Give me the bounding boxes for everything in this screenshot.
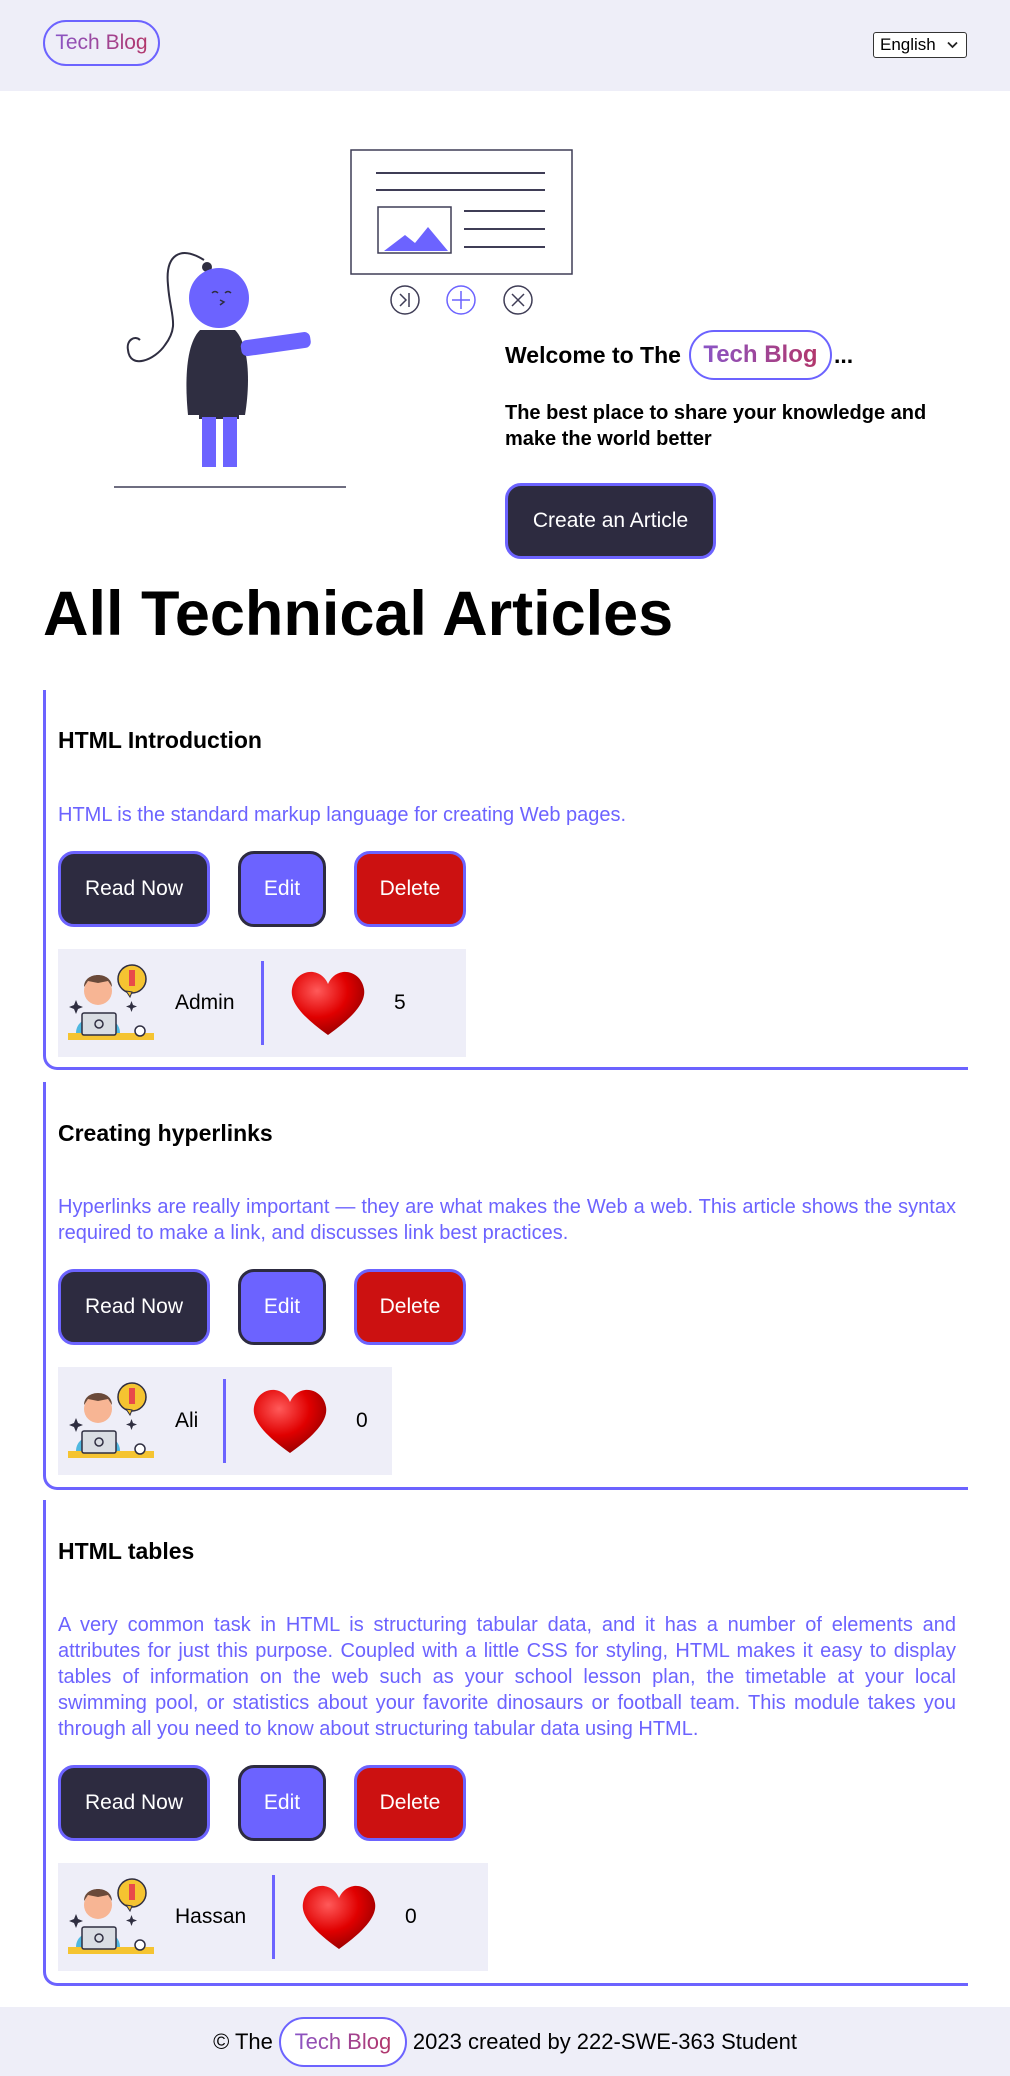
- articles-section-title: All Technical Articles: [43, 579, 674, 649]
- top-navbar: Tech Blog English: [0, 0, 1010, 91]
- article-meta: Ali 0: [58, 1367, 392, 1475]
- article-title: Creating hyperlinks: [58, 1120, 273, 1146]
- read-now-button[interactable]: Read Now: [58, 1269, 210, 1345]
- site-logo[interactable]: Tech Blog: [43, 20, 160, 66]
- language-select[interactable]: English: [873, 32, 967, 58]
- article-author: Ali: [175, 1409, 199, 1432]
- article-title: HTML Introduction: [58, 727, 262, 753]
- article-meta: Admin 5: [58, 949, 466, 1057]
- developer-avatar-icon: [68, 964, 154, 1040]
- delete-button[interactable]: Delete: [354, 1269, 466, 1345]
- chevron-down-icon: [947, 41, 958, 49]
- article-card: Creating hyperlinks Hyperlinks are reall…: [43, 1082, 968, 1490]
- hero-tagline: The best place to share your knowledge a…: [505, 402, 927, 450]
- meta-divider: [223, 1379, 226, 1463]
- footer-prefix: © The: [213, 2028, 273, 2054]
- article-title: HTML tables: [58, 1538, 195, 1564]
- article-author: Admin: [175, 991, 235, 1014]
- welcome-prefix: Welcome to The: [505, 341, 681, 368]
- like-count: 0: [405, 1905, 417, 1928]
- edit-button[interactable]: Edit: [238, 1765, 326, 1841]
- delete-button[interactable]: Delete: [354, 1765, 466, 1841]
- article-author: Hassan: [175, 1905, 247, 1928]
- site-logo-text: Tech Blog: [55, 31, 148, 54]
- edit-button[interactable]: Edit: [238, 1269, 326, 1345]
- article-meta: Hassan 0: [58, 1863, 488, 1971]
- article-description: HTML is the standard markup language for…: [58, 804, 627, 826]
- like-count: 0: [356, 1409, 368, 1432]
- meta-divider: [261, 961, 264, 1045]
- footer-suffix: 2023 created by 222-SWE-363 Student: [412, 2028, 797, 2054]
- page-footer: © The Tech Blog 2023 created by 222-SWE-…: [0, 2007, 1010, 2076]
- welcome-suffix: ...: [833, 341, 854, 368]
- create-article-button[interactable]: Create an Article: [505, 483, 716, 559]
- welcome-brand-badge: Tech Blog: [688, 330, 832, 380]
- developer-avatar-icon: [68, 1382, 154, 1458]
- developer-avatar-icon: [68, 1878, 154, 1954]
- article-description: Hyperlinks are really important — they a…: [58, 1196, 956, 1244]
- like-count: 5: [394, 991, 406, 1014]
- delete-button[interactable]: Delete: [354, 851, 466, 927]
- footer-brand-link[interactable]: Tech Blog: [278, 2016, 407, 2067]
- meta-divider: [272, 1875, 275, 1959]
- heart-icon[interactable]: [252, 1389, 328, 1455]
- heart-icon[interactable]: [301, 1885, 377, 1951]
- welcome-heading: Welcome to The Tech Blog ...: [505, 330, 853, 380]
- footer-brand-text: Tech Blog: [294, 2028, 392, 2054]
- edit-button[interactable]: Edit: [238, 851, 326, 927]
- article-card: HTML Introduction HTML is the standard m…: [43, 690, 968, 1070]
- read-now-button[interactable]: Read Now: [58, 1765, 210, 1841]
- welcome-brand-text: Tech Blog: [703, 341, 818, 368]
- article-description: A very common task in HTML is structurin…: [58, 1614, 956, 1740]
- read-now-button[interactable]: Read Now: [58, 851, 210, 927]
- language-select-value: English: [880, 35, 936, 54]
- heart-icon[interactable]: [290, 971, 366, 1037]
- article-card: HTML tables A very common task in HTML i…: [43, 1500, 968, 1986]
